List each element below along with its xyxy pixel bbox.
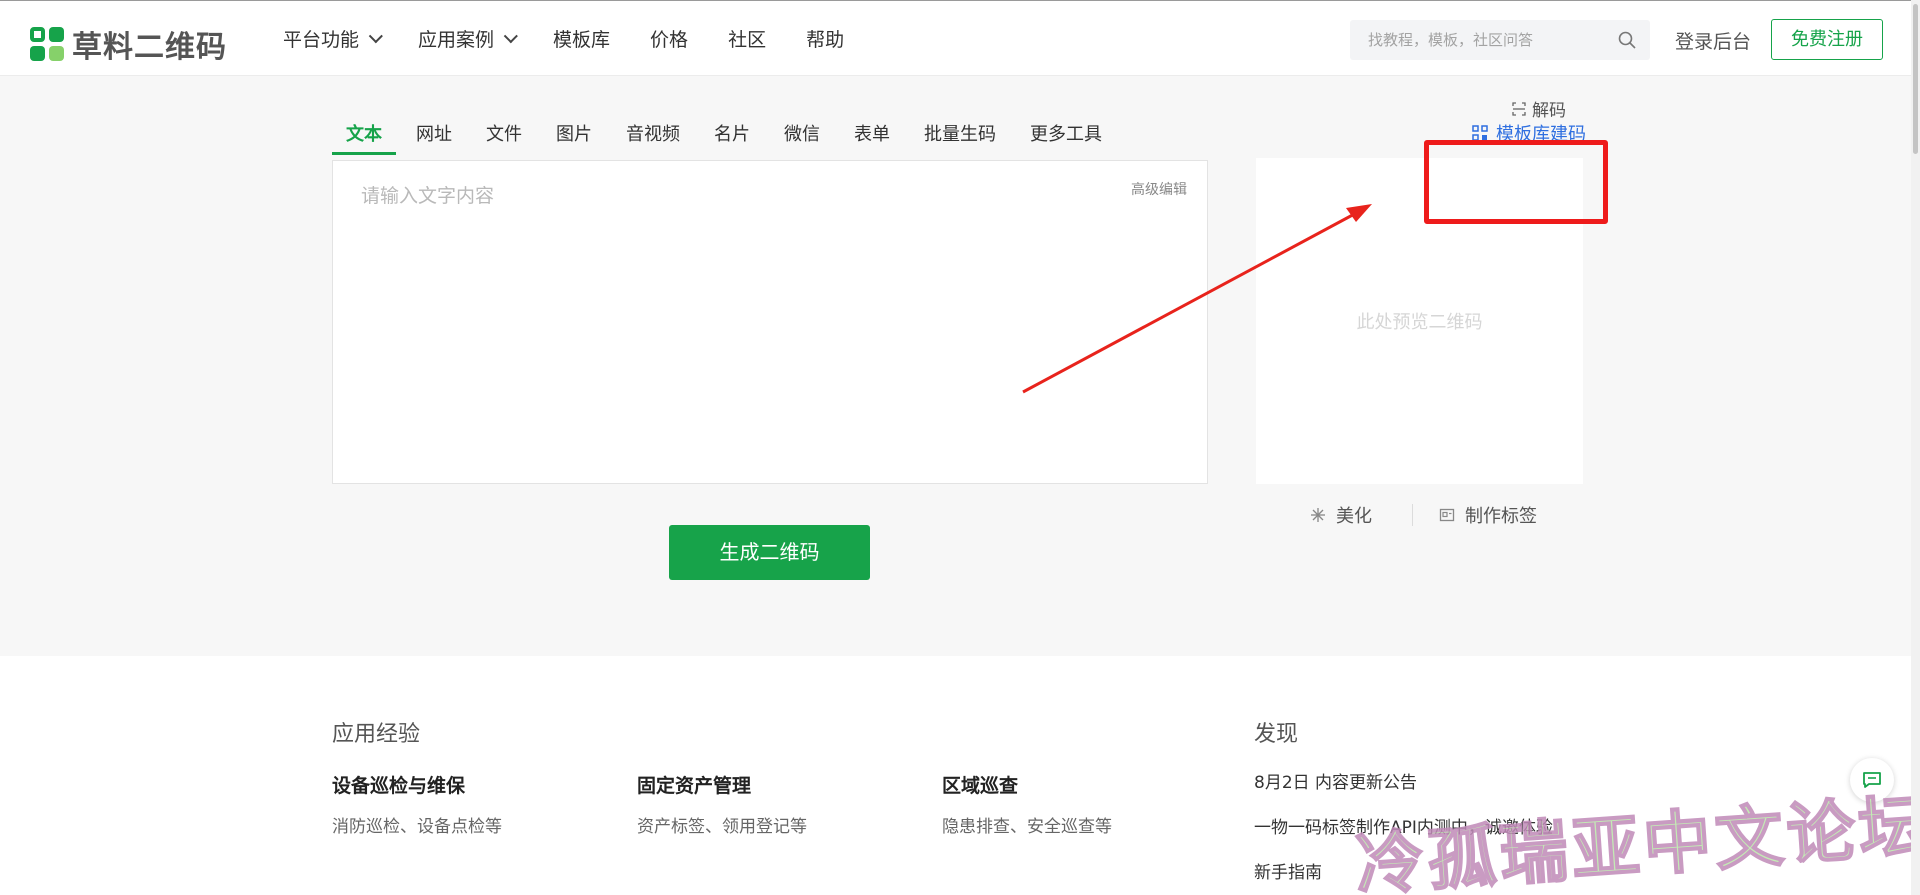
tab-more-tools[interactable]: 更多工具 (1016, 120, 1116, 155)
advanced-edit-link[interactable]: 高级编辑 (1131, 179, 1187, 199)
logo[interactable]: 草料二维码 (30, 22, 227, 66)
discover-title: 发现 (1254, 722, 1299, 747)
case-title: 固定资产管理 (637, 775, 752, 797)
nav-item-help[interactable]: 帮助 (806, 25, 844, 52)
main-nav: 平台功能 应用案例 模板库 价格 社区 帮助 (283, 25, 884, 52)
content-type-tabs: 文本 网址 文件 图片 音视频 名片 微信 表单 批量生码 更多工具 (332, 120, 1122, 155)
text-content-input[interactable] (361, 181, 1141, 461)
top-header: 草料二维码 平台功能 应用案例 模板库 价格 社区 帮助 登录后台 免费注册 (0, 0, 1920, 76)
nav-label: 帮助 (806, 29, 845, 51)
tab-business-card[interactable]: 名片 (700, 120, 764, 155)
scan-icon (1512, 101, 1526, 116)
case-title: 设备巡检与维保 (332, 775, 466, 797)
qr-grid-icon (1472, 125, 1488, 141)
case-desc: 资产标签、领用登记等 (637, 817, 807, 837)
nav-label: 模板库 (553, 29, 611, 51)
news-item[interactable]: 新手指南 (1254, 858, 1322, 883)
chevron-down-icon (368, 28, 383, 43)
tab-file[interactable]: 文件 (472, 120, 536, 155)
beautify-label: 美化 (1336, 506, 1372, 527)
register-button[interactable]: 免费注册 (1771, 19, 1883, 60)
decode-button[interactable]: 解码 (1512, 96, 1566, 121)
nav-label: 社区 (728, 29, 767, 51)
nav-item-use-cases[interactable]: 应用案例 (418, 25, 518, 52)
annotation-highlight-box (1424, 140, 1608, 224)
case-card[interactable]: 区域巡查 隐患排查、安全巡查等 (942, 771, 1112, 837)
scrollbar-thumb[interactable] (1913, 4, 1918, 154)
tab-audio-video[interactable]: 音视频 (612, 120, 694, 155)
login-link[interactable]: 登录后台 (1675, 27, 1751, 54)
logo-icon (30, 27, 64, 61)
nav-label: 平台功能 (283, 29, 360, 51)
case-title: 区域巡查 (942, 775, 1019, 797)
nav-item-pricing[interactable]: 价格 (650, 25, 688, 52)
experience-title: 应用经验 (332, 722, 421, 747)
beautify-button[interactable]: 美化 (1310, 502, 1372, 528)
nav-item-platform-features[interactable]: 平台功能 (283, 25, 383, 52)
nav-label: 应用案例 (418, 29, 495, 51)
tools-divider (1412, 504, 1413, 526)
decode-label: 解码 (1532, 101, 1566, 121)
tab-form[interactable]: 表单 (840, 120, 904, 155)
nav-item-templates[interactable]: 模板库 (553, 25, 610, 52)
case-desc: 消防巡检、设备点检等 (332, 817, 502, 837)
search-box (1350, 20, 1650, 60)
case-card[interactable]: 固定资产管理 资产标签、领用登记等 (637, 771, 807, 837)
tab-image[interactable]: 图片 (542, 120, 606, 155)
nav-label: 价格 (650, 29, 689, 51)
preview-tools: 美化 制作标签 (1310, 502, 1537, 528)
search-icon[interactable] (1618, 31, 1636, 49)
text-editor: 高级编辑 (332, 160, 1208, 484)
search-input[interactable] (1368, 20, 1608, 60)
sparkle-icon (1311, 508, 1325, 522)
tab-wechat[interactable]: 微信 (770, 120, 834, 155)
tab-batch[interactable]: 批量生码 (910, 120, 1010, 155)
chevron-down-icon (503, 28, 518, 43)
case-desc: 隐患排查、安全巡查等 (942, 817, 1112, 837)
generate-qr-button[interactable]: 生成二维码 (669, 525, 870, 580)
preview-placeholder: 此处预览二维码 (1356, 312, 1483, 333)
tab-url[interactable]: 网址 (402, 120, 466, 155)
make-label-text: 制作标签 (1465, 506, 1537, 527)
news-item[interactable]: 8月2日 内容更新公告 (1254, 768, 1417, 793)
make-label-button[interactable]: 制作标签 (1439, 502, 1537, 528)
label-icon (1439, 508, 1455, 522)
tab-text[interactable]: 文本 (332, 120, 396, 155)
logo-text: 草料二维码 (72, 30, 227, 65)
nav-item-community[interactable]: 社区 (728, 25, 766, 52)
generator-panel: 文本 网址 文件 图片 音视频 名片 微信 表单 批量生码 更多工具 模板库建码… (0, 76, 1920, 656)
case-card[interactable]: 设备巡检与维保 消防巡检、设备点检等 (332, 771, 502, 837)
